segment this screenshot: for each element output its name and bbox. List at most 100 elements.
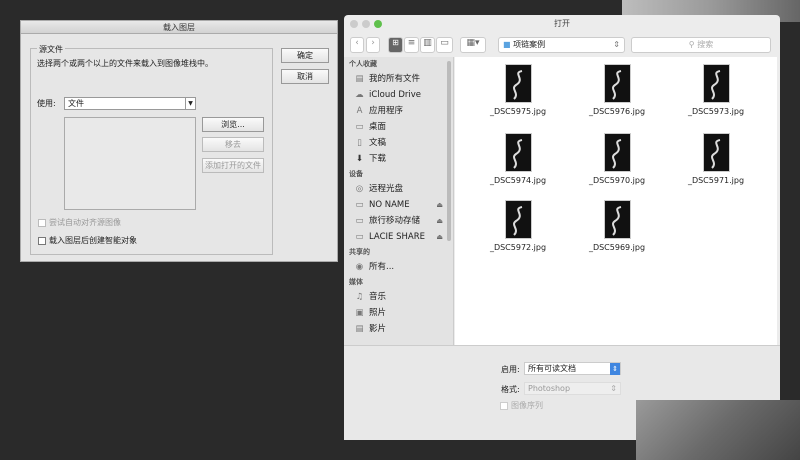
- sidebar-item-remote-disc[interactable]: ◎ 远程光盘: [344, 181, 453, 197]
- image-sequence-checkbox[interactable]: 图像序列: [500, 400, 543, 411]
- dialog-title: 载入图层: [21, 21, 337, 34]
- updown-icon: ⇕: [610, 363, 620, 375]
- desktop-icon: ▭: [355, 122, 364, 132]
- file-item[interactable]: _DSC5969.jpg: [572, 200, 662, 252]
- close-button[interactable]: [350, 20, 358, 28]
- media-header: 媒体: [349, 278, 363, 286]
- search-icon: ⚲: [688, 40, 695, 49]
- image-thumbnail: [504, 64, 532, 103]
- minimize-button[interactable]: [362, 20, 370, 28]
- sidebar-item-music[interactable]: ♫ 音乐: [344, 289, 453, 305]
- download-icon: ⬇: [355, 154, 364, 164]
- drive-icon: ▭: [355, 232, 364, 242]
- add-open-files-button[interactable]: 添加打开的文件: [202, 158, 264, 173]
- file-item[interactable]: _DSC5970.jpg: [572, 133, 662, 185]
- sidebar-item-applications[interactable]: A 应用程序: [344, 103, 453, 119]
- shared-header: 共享的: [349, 248, 370, 256]
- image-thumbnail: [702, 64, 730, 103]
- dropdown-arrow-icon: ▼: [185, 98, 195, 110]
- sidebar-item-icloud[interactable]: ☁ iCloud Drive: [344, 87, 453, 103]
- file-item[interactable]: _DSC5971.jpg: [671, 133, 761, 185]
- file-item[interactable]: _DSC5973.jpg: [671, 64, 761, 116]
- file-name: _DSC5974.jpg: [489, 176, 547, 185]
- drive-icon: ▭: [355, 216, 364, 226]
- sidebar: 个人收藏 ▤ 我的所有文件 ☁ iCloud Drive A 应用程序 ▭ 桌面 ▯ 文稿…: [344, 57, 454, 345]
- column-view-button[interactable]: ▥: [420, 37, 435, 53]
- music-icon: ♫: [355, 292, 364, 302]
- folder-icon: ■: [503, 40, 511, 49]
- eject-icon[interactable]: ⏏: [436, 197, 443, 213]
- format-label: 格式:: [501, 385, 520, 394]
- file-item[interactable]: _DSC5972.jpg: [473, 200, 563, 252]
- sidebar-item-no-name[interactable]: ▭ NO NAME ⏏: [344, 197, 453, 213]
- sidebar-item-photos[interactable]: ▣ 照片: [344, 305, 453, 321]
- location-label: 项链案例: [513, 40, 546, 49]
- checkbox-icon: [38, 236, 46, 245]
- file-name: _DSC5972.jpg: [489, 243, 547, 252]
- search-placeholder: 搜索: [697, 40, 714, 49]
- sidebar-item-lacie-share[interactable]: ▭ LACIE SHARE ⏏: [344, 229, 453, 245]
- sidebar-item-desktop[interactable]: ▭ 桌面: [344, 119, 453, 135]
- sidebar-item-downloads[interactable]: ⬇ 下载: [344, 151, 453, 167]
- image-thumbnail: [702, 133, 730, 172]
- devices-header: 设备: [349, 170, 363, 178]
- file-item[interactable]: _DSC5974.jpg: [473, 133, 563, 185]
- search-field[interactable]: ⚲ 搜索: [631, 37, 771, 53]
- remove-button[interactable]: 移去: [202, 137, 264, 152]
- smart-object-checkbox[interactable]: 载入图层后创建智能对象: [38, 235, 137, 246]
- sidebar-item-movies[interactable]: ▤ 影片: [344, 321, 453, 337]
- auto-align-checkbox[interactable]: 尝试自动对齐源图像: [38, 217, 121, 228]
- file-list[interactable]: [64, 117, 196, 210]
- auto-align-label: 尝试自动对齐源图像: [49, 218, 121, 227]
- image-thumbnail: [504, 200, 532, 239]
- sidebar-scrollbar[interactable]: [447, 61, 451, 241]
- sidebar-item-all-shared[interactable]: ◉ 所有...: [344, 259, 453, 275]
- documents-icon: ▯: [357, 138, 362, 148]
- icon-view-button[interactable]: ⊞: [388, 37, 403, 53]
- smart-object-label: 载入图层后创建智能对象: [49, 236, 137, 245]
- load-layers-dialog: 载入图层 源文件 选择两个或两个以上的文件来载入到图像堆栈中。 使用: 文件 ▼ …: [20, 20, 338, 262]
- group-label: 源文件: [37, 44, 65, 55]
- disc-icon: ◎: [355, 184, 364, 194]
- all-files-icon: ▤: [355, 74, 364, 84]
- back-button[interactable]: ‹: [350, 37, 364, 53]
- sidebar-item-documents[interactable]: ▯ 文稿: [344, 135, 453, 151]
- file-name: _DSC5970.jpg: [588, 176, 646, 185]
- image-thumbnail: [603, 200, 631, 239]
- enable-label: 启用:: [501, 365, 520, 374]
- updown-icon: ⇕: [610, 384, 617, 393]
- coverflow-view-button[interactable]: ▭: [436, 37, 453, 53]
- file-name: _DSC5973.jpg: [687, 107, 745, 116]
- forward-button[interactable]: ›: [366, 37, 380, 53]
- sidebar-item-all-files[interactable]: ▤ 我的所有文件: [344, 71, 453, 87]
- use-value: 文件: [68, 99, 84, 108]
- file-item[interactable]: _DSC5975.jpg: [473, 64, 563, 116]
- image-thumbnail: [603, 64, 631, 103]
- sidebar-item-travel-storage[interactable]: ▭ 旅行移动存储 ⏏: [344, 213, 453, 229]
- zoom-button[interactable]: [374, 20, 382, 28]
- location-popup[interactable]: ■ 项链案例 ⇕: [498, 37, 625, 53]
- list-view-button[interactable]: ≡: [404, 37, 419, 53]
- browse-button[interactable]: 浏览...: [202, 117, 264, 132]
- eject-icon[interactable]: ⏏: [436, 229, 443, 245]
- image-thumbnail: [504, 133, 532, 172]
- drive-icon: ▭: [355, 200, 364, 210]
- network-icon: ◉: [355, 262, 364, 272]
- background-overlay: [636, 400, 800, 460]
- updown-icon: ⇕: [613, 40, 620, 49]
- enable-select[interactable]: 所有可读文档 ⇕: [524, 362, 621, 375]
- image-sequence-label: 图像序列: [511, 401, 543, 410]
- checkbox-icon: [38, 218, 46, 227]
- cloud-icon: ☁: [355, 90, 364, 100]
- cancel-button[interactable]: 取消: [281, 69, 329, 84]
- use-select[interactable]: 文件 ▼: [64, 97, 196, 110]
- camera-icon: ▣: [355, 308, 364, 318]
- ok-button[interactable]: 确定: [281, 48, 329, 63]
- eject-icon[interactable]: ⏏: [436, 213, 443, 229]
- file-item[interactable]: _DSC5976.jpg: [572, 64, 662, 116]
- file-name: _DSC5975.jpg: [489, 107, 547, 116]
- format-select[interactable]: Photoshop ⇕: [524, 382, 621, 395]
- checkbox-icon: [500, 401, 508, 410]
- use-label: 使用:: [37, 99, 56, 108]
- arrange-button[interactable]: ▦▾: [460, 37, 486, 53]
